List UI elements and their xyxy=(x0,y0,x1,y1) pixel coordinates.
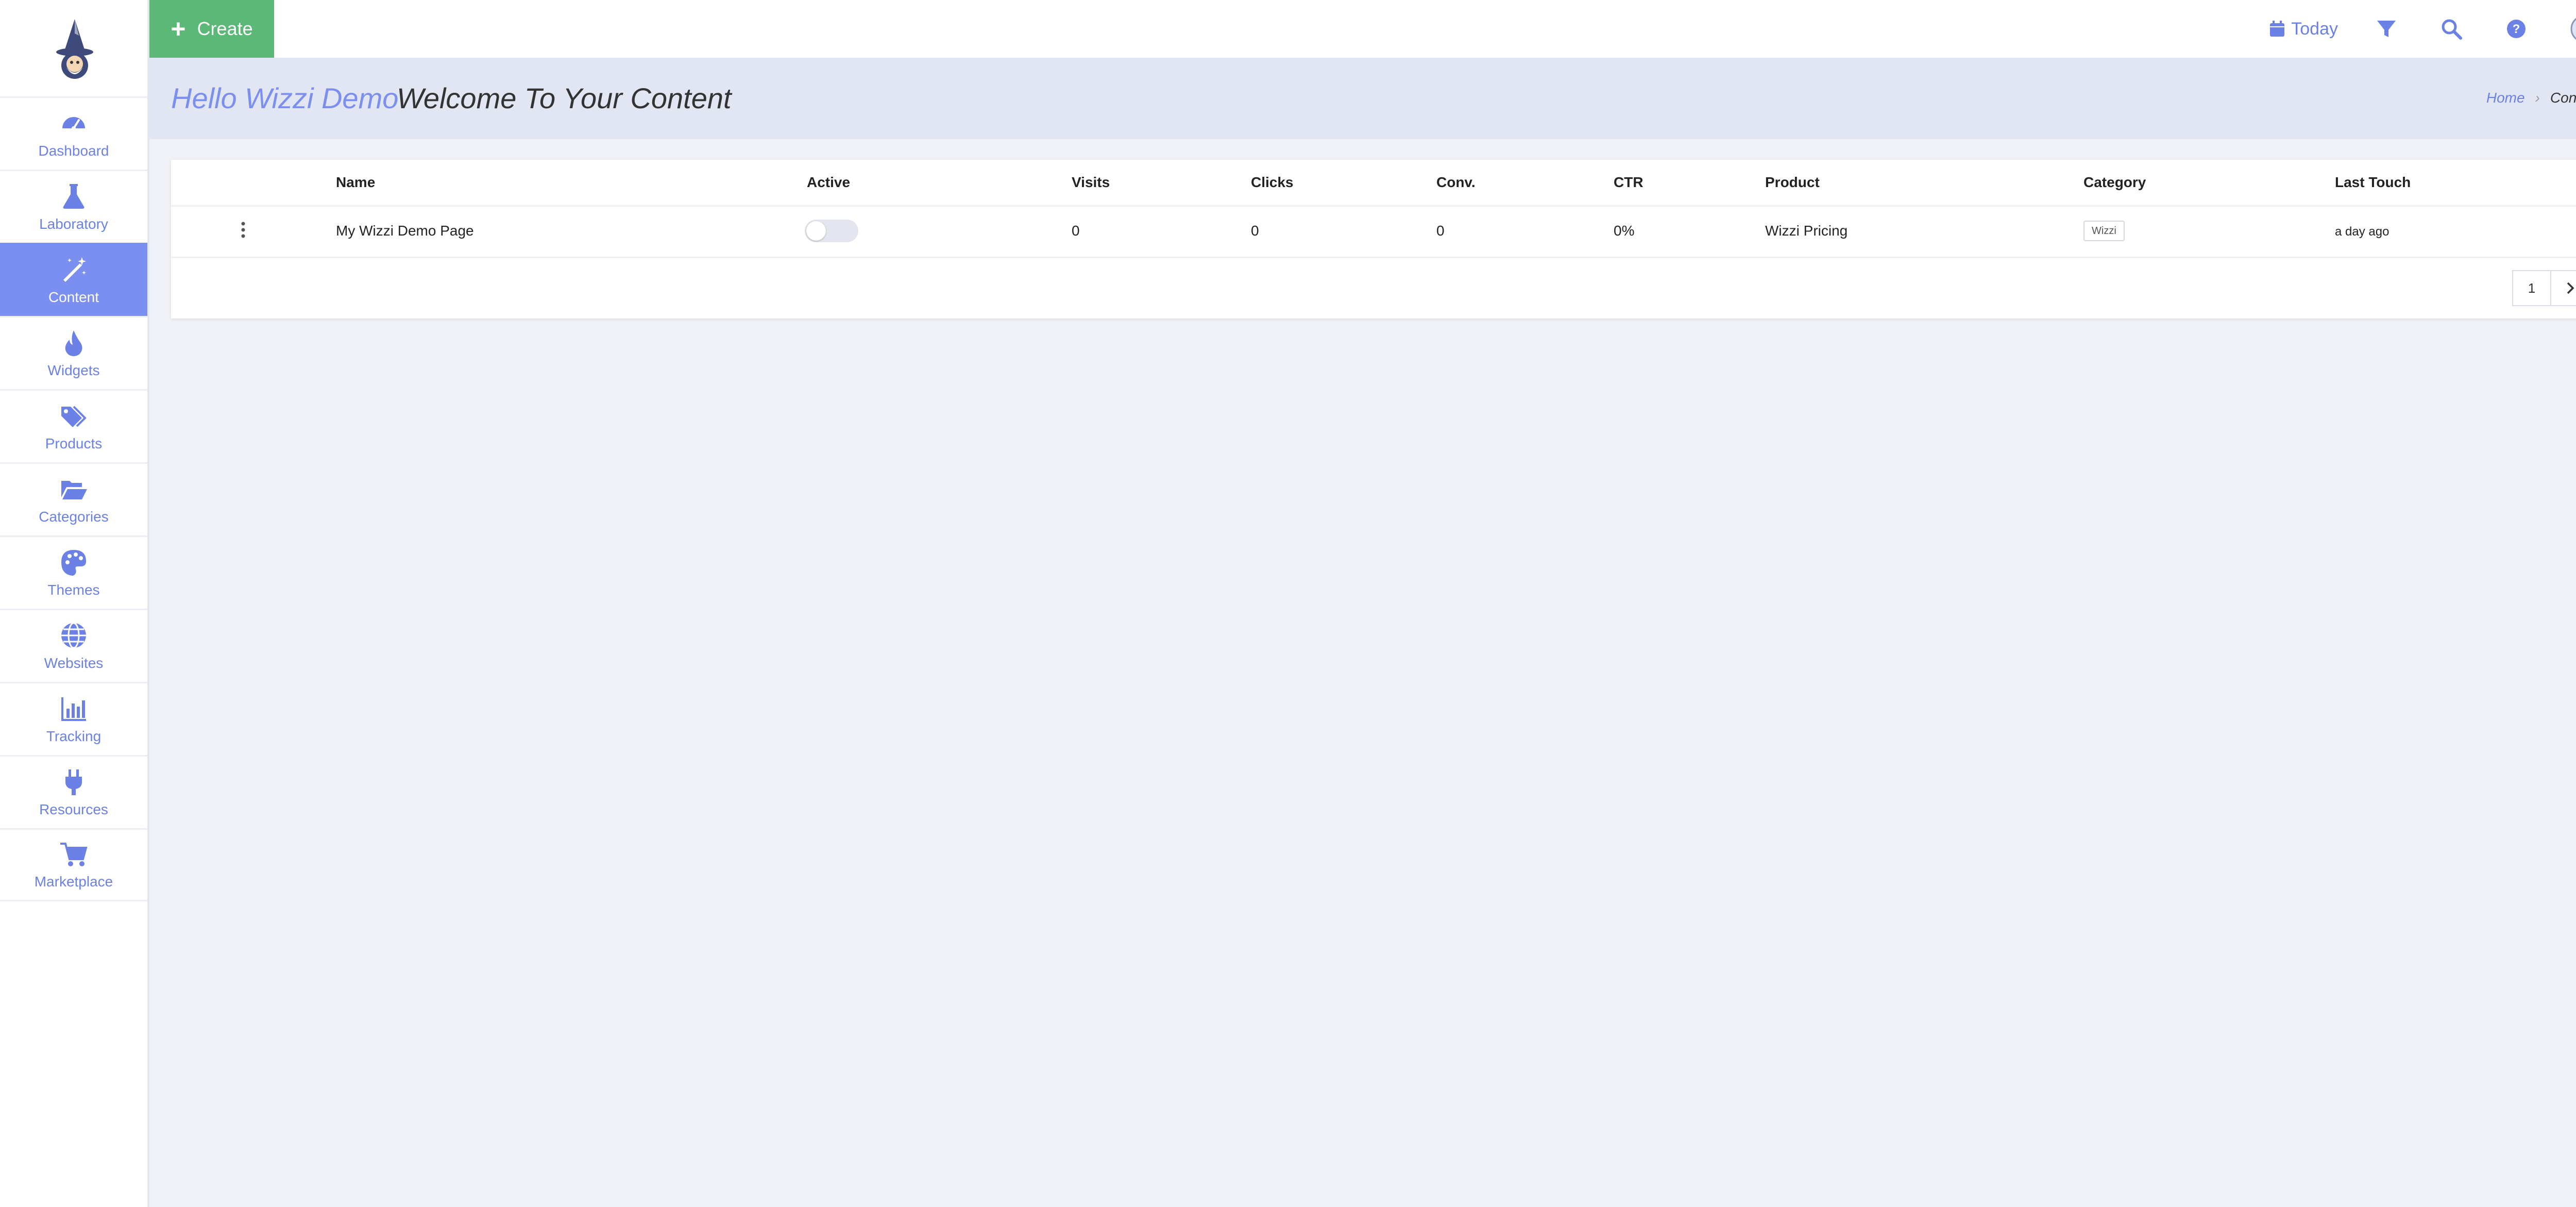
row-ctr: 0% xyxy=(1614,223,1635,239)
sidebar-item-label: Websites xyxy=(44,655,104,671)
fire-icon xyxy=(65,330,82,356)
column-header-active[interactable]: Active xyxy=(807,174,850,191)
top-bar: + Create Today ? xyxy=(149,0,2576,58)
today-date-button[interactable]: Today xyxy=(2269,19,2338,39)
flask-icon xyxy=(63,183,84,209)
column-header-product[interactable]: Product xyxy=(1765,174,1820,191)
plus-icon: + xyxy=(171,14,186,43)
sidebar-item-laboratory[interactable]: Laboratory xyxy=(0,170,147,243)
sidebar-item-label: Categories xyxy=(39,508,109,525)
tags-icon xyxy=(61,406,87,427)
palette-icon xyxy=(61,549,86,576)
pagination: 1 xyxy=(2512,270,2576,306)
toggle-knob xyxy=(806,221,826,241)
sidebar: Dashboard Laboratory Content Widgets Pro… xyxy=(0,0,149,1207)
sidebar-item-label: Tracking xyxy=(46,728,101,744)
dashboard-gauge-icon xyxy=(62,116,85,130)
sidebar-item-label: Laboratory xyxy=(39,215,108,232)
column-header-ctr[interactable]: CTR xyxy=(1614,174,1643,191)
svg-text:?: ? xyxy=(2513,22,2520,36)
sidebar-item-marketplace[interactable]: Marketplace xyxy=(0,828,147,901)
cart-icon xyxy=(60,843,88,866)
sidebar-item-widgets[interactable]: Widgets xyxy=(0,316,147,389)
greeting-title: Hello Wizzi Demo xyxy=(171,82,399,114)
sidebar-item-label: Products xyxy=(45,435,103,451)
sidebar-item-themes[interactable]: Themes xyxy=(0,535,147,609)
create-button-label: Create xyxy=(197,18,253,39)
column-header-conv[interactable]: Conv. xyxy=(1436,174,1476,191)
content-table: Name Active Visits Clicks Conv. CTR Prod… xyxy=(171,160,2576,318)
sidebar-item-categories[interactable]: Categories xyxy=(0,462,147,535)
row-conv: 0 xyxy=(1436,223,1445,239)
user-avatar-icon[interactable] xyxy=(2570,14,2576,43)
globe-icon xyxy=(61,622,86,648)
bar-chart-icon xyxy=(61,697,86,721)
page-title: Welcome To Your Content xyxy=(397,82,732,114)
sidebar-item-products[interactable]: Products xyxy=(0,389,147,462)
calendar-icon xyxy=(2270,21,2285,37)
search-icon[interactable] xyxy=(2440,18,2463,40)
active-toggle[interactable] xyxy=(805,220,858,242)
breadcrumb-separator: › xyxy=(2535,90,2540,106)
wizard-logo[interactable] xyxy=(0,0,149,96)
row-name[interactable]: My Wizzi Demo Page xyxy=(336,223,474,239)
sidebar-item-label: Widgets xyxy=(47,362,100,378)
plug-icon xyxy=(65,769,82,795)
sidebar-item-tracking[interactable]: Tracking xyxy=(0,682,147,755)
row-actions-kebab-icon[interactable] xyxy=(238,220,248,240)
folder-open-icon xyxy=(61,480,87,499)
column-header-name[interactable]: Name xyxy=(336,174,375,191)
chevron-right-icon xyxy=(2567,282,2574,294)
sidebar-item-label: Content xyxy=(48,289,99,305)
today-label: Today xyxy=(2291,19,2338,39)
help-icon[interactable]: ? xyxy=(2505,18,2528,40)
category-badge: Wizzi xyxy=(2083,221,2125,241)
page-button-current[interactable]: 1 xyxy=(2512,270,2551,306)
next-page-button[interactable] xyxy=(2551,270,2576,306)
filter-icon[interactable] xyxy=(2375,18,2398,40)
page-header: Hello Wizzi Demo Welcome To Your Content… xyxy=(149,58,2576,139)
row-product: Wizzi Pricing xyxy=(1765,223,1848,239)
breadcrumb-current: Content xyxy=(2550,90,2576,106)
sidebar-item-label: Resources xyxy=(39,801,108,817)
sidebar-item-label: Themes xyxy=(47,581,100,598)
column-header-visits[interactable]: Visits xyxy=(1072,174,1110,191)
sidebar-item-dashboard[interactable]: Dashboard xyxy=(0,96,147,170)
row-clicks: 0 xyxy=(1251,223,1259,239)
top-bar-actions: Today ? xyxy=(2269,0,2576,58)
breadcrumb: Home › Content xyxy=(2486,90,2576,106)
column-header-last-touch[interactable]: Last Touch xyxy=(2335,174,2411,191)
header-divider xyxy=(171,205,2576,207)
breadcrumb-home-link[interactable]: Home xyxy=(2486,90,2525,106)
create-button[interactable]: + Create xyxy=(149,0,274,58)
sidebar-item-websites[interactable]: Websites xyxy=(0,609,147,682)
row-last-touch: a day ago xyxy=(2335,225,2389,239)
sidebar-item-label: Marketplace xyxy=(34,874,113,890)
sidebar-item-label: Dashboard xyxy=(38,142,109,159)
row-visits: 0 xyxy=(1072,223,1080,239)
sidebar-item-resources[interactable]: Resources xyxy=(0,755,147,828)
column-header-clicks[interactable]: Clicks xyxy=(1251,174,1294,191)
sidebar-item-content[interactable]: Content xyxy=(0,243,147,316)
column-header-category[interactable]: Category xyxy=(2083,174,2146,191)
magic-wand-icon xyxy=(63,257,86,282)
row-divider xyxy=(171,257,2576,258)
